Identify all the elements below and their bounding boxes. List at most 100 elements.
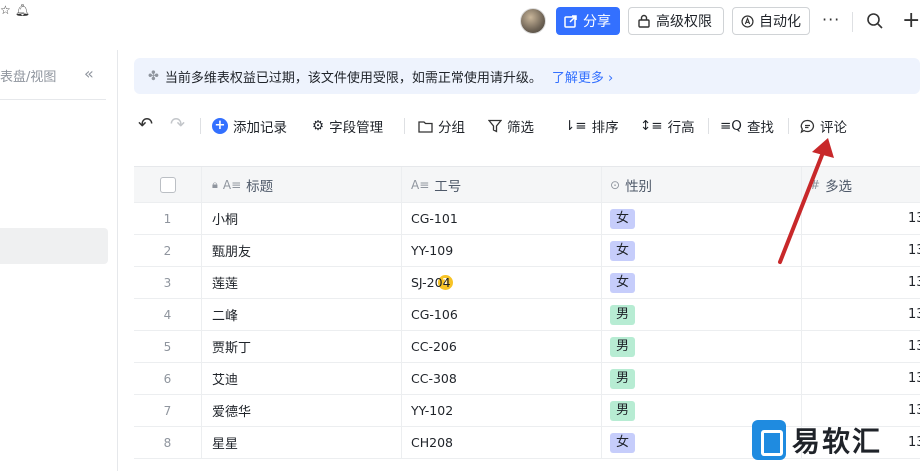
- table-row[interactable]: 4 二峰 CG-106 男 13: [134, 299, 920, 331]
- cell-multi[interactable]: 13: [802, 235, 920, 266]
- row-number: 4: [134, 299, 202, 330]
- filter-button[interactable]: 筛选: [488, 116, 534, 136]
- title-value: 二峰: [212, 309, 239, 324]
- comment-button[interactable]: 评论: [800, 116, 847, 136]
- field-manage-button[interactable]: ⚙ 字段管理: [312, 116, 383, 136]
- cell-multi[interactable]: 13: [802, 363, 920, 394]
- gear-icon: ⚙: [312, 118, 325, 134]
- column-header-multi[interactable]: # 多选: [802, 167, 920, 202]
- table-row[interactable]: 6 艾迪 CC-308 男 13: [134, 363, 920, 395]
- collapse-icon[interactable]: «: [84, 64, 94, 83]
- automation-button[interactable]: 自动化: [732, 7, 810, 35]
- column-header-title[interactable]: 🔒︎ A≡ 标题: [202, 167, 402, 202]
- cell-multi[interactable]: 13: [802, 299, 920, 330]
- cell-title[interactable]: 艾迪: [202, 363, 402, 394]
- cell-id[interactable]: CH208: [402, 427, 602, 458]
- divider: [788, 118, 789, 134]
- lock-icon: 🔒︎: [212, 177, 218, 191]
- row-number: 1: [134, 203, 202, 234]
- multi-value: 13: [908, 435, 920, 450]
- filter-label: 筛选: [507, 120, 534, 136]
- cell-gender[interactable]: 男: [602, 299, 802, 330]
- text-field-icon: A≡: [411, 177, 430, 192]
- cell-multi[interactable]: 13: [802, 331, 920, 362]
- sidebar-item-active[interactable]: [0, 228, 108, 264]
- cell-gender[interactable]: 男: [602, 363, 802, 394]
- row-number: 5: [134, 331, 202, 362]
- more-icon[interactable]: ···: [822, 10, 840, 29]
- group-button[interactable]: 分组: [418, 116, 465, 136]
- add-record-button[interactable]: + 添加记录: [212, 116, 287, 136]
- cell-gender[interactable]: 女: [602, 203, 802, 234]
- star-icon[interactable]: ☆: [0, 3, 11, 17]
- cell-id[interactable]: CC-206: [402, 331, 602, 362]
- title-value: 艾迪: [212, 373, 239, 388]
- share-button[interactable]: 分享: [556, 7, 620, 35]
- cell-title[interactable]: 星星: [202, 427, 402, 458]
- gender-tag: 男: [610, 336, 636, 357]
- search-icon[interactable]: [866, 12, 884, 30]
- column-header-id[interactable]: A≡ 工号: [402, 167, 602, 202]
- divider: [0, 99, 106, 100]
- cell-gender[interactable]: 男: [602, 331, 802, 362]
- undo-icon[interactable]: ↶: [138, 114, 153, 135]
- cell-multi[interactable]: 13: [802, 203, 920, 234]
- bell-icon[interactable]: 🔔︎: [15, 3, 30, 17]
- sort-button[interactable]: ⇂≡ 排序: [564, 116, 619, 136]
- id-value: YY-102: [411, 403, 454, 418]
- cell-gender[interactable]: 女: [602, 235, 802, 266]
- table-row[interactable]: 5 贾斯丁 CC-206 男 13: [134, 331, 920, 363]
- cell-id[interactable]: YY-102: [402, 395, 602, 426]
- cell-title[interactable]: 二峰: [202, 299, 402, 330]
- find-button[interactable]: ≡Q 查找: [720, 116, 774, 136]
- select-all-checkbox[interactable]: [159, 176, 176, 193]
- cell-id[interactable]: CC-308: [402, 363, 602, 394]
- cell-id[interactable]: CG-106: [402, 299, 602, 330]
- row-number: 7: [134, 395, 202, 426]
- gender-tag: 女: [610, 432, 636, 453]
- learn-more-link[interactable]: 了解更多 ›: [552, 67, 613, 86]
- cell-gender[interactable]: 女: [602, 267, 802, 298]
- cell-id[interactable]: YY-109: [402, 235, 602, 266]
- cell-id[interactable]: CG-101: [402, 203, 602, 234]
- column-header-gender[interactable]: ⊙ 性别: [602, 167, 802, 202]
- add-icon[interactable]: +: [902, 8, 920, 33]
- filter-icon: [488, 119, 502, 133]
- column-multi-label: 多选: [825, 178, 853, 195]
- gender-tag: 女: [610, 272, 636, 293]
- cell-title[interactable]: 爱德华: [202, 395, 402, 426]
- row-height-label: 行高: [667, 120, 695, 136]
- table-header: 🔒︎ A≡ 标题 A≡ 工号 ⊙ 性别 # 多选: [134, 167, 920, 203]
- avatar[interactable]: [520, 8, 546, 34]
- sidebar: 表盘/视图 «: [0, 50, 118, 471]
- row-height-button[interactable]: ↕≡ 行高: [640, 116, 695, 136]
- title-value: 爱德华: [212, 405, 252, 420]
- redo-icon[interactable]: ↷: [170, 114, 185, 135]
- comment-label: 评论: [820, 120, 847, 136]
- single-select-icon: ⊙: [610, 177, 621, 192]
- advanced-permission-button[interactable]: 高级权限: [628, 7, 724, 35]
- cell-title[interactable]: 小桐: [202, 203, 402, 234]
- cell-multi[interactable]: 13: [802, 267, 920, 298]
- divider: [404, 118, 405, 134]
- title-value: 贾斯丁: [212, 341, 252, 356]
- id-value: SJ-204: [411, 275, 451, 290]
- gender-tag: 女: [610, 208, 636, 229]
- table-row[interactable]: 1 小桐 CG-101 女 13: [134, 203, 920, 235]
- add-record-icon: +: [212, 118, 228, 134]
- cell-title[interactable]: 甄朋友: [202, 235, 402, 266]
- column-gender-label: 性别: [625, 178, 653, 195]
- title-value: 莲莲: [212, 277, 239, 292]
- view-toolbar: ↶ ↷ + 添加记录 ⚙ 字段管理 分组 筛选 ⇂≡ 排序 ↕≡ 行高 ≡Q 查…: [134, 108, 920, 142]
- cell-id[interactable]: SJ-204: [402, 267, 602, 298]
- gender-tag: 女: [610, 240, 636, 261]
- sort-icon: ⇂≡: [564, 118, 587, 134]
- table-row[interactable]: 2 甄朋友 YY-109 女 13: [134, 235, 920, 267]
- cell-title[interactable]: 莲莲 1: [202, 267, 453, 298]
- title-value: 甄朋友: [212, 245, 252, 260]
- find-icon: ≡Q: [720, 118, 742, 134]
- lock-icon: [638, 14, 650, 28]
- cell-title[interactable]: 贾斯丁: [202, 331, 402, 362]
- table-row[interactable]: 3莲莲1SJ-204 女 13: [134, 267, 920, 299]
- advanced-permission-label: 高级权限: [656, 14, 712, 30]
